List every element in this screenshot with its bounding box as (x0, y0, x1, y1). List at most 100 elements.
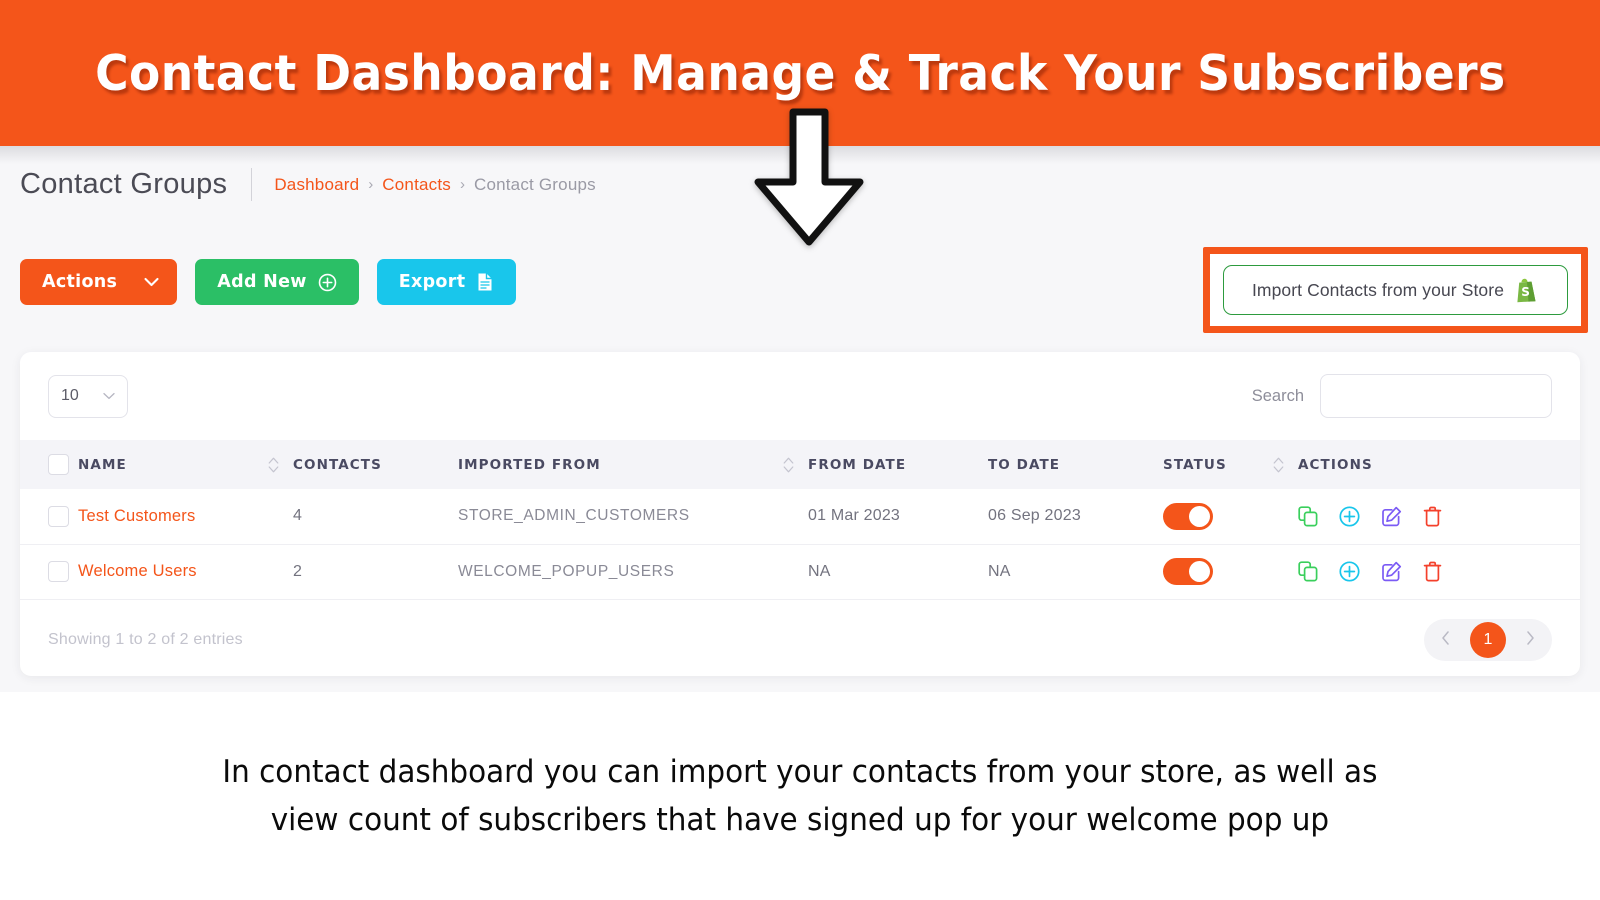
down-arrow-icon (754, 108, 864, 246)
row-actions-cell (1298, 544, 1580, 599)
export-button[interactable]: Export (376, 259, 517, 305)
column-from-date: FROM DATE (808, 440, 988, 489)
page-length-select[interactable]: 10 (48, 374, 128, 418)
column-to-date: TO DATE (988, 440, 1163, 489)
trash-icon[interactable] (1423, 506, 1442, 527)
table-controls: 10 Search (20, 352, 1580, 440)
group-name-link[interactable]: Welcome Users (78, 562, 197, 580)
column-name[interactable]: NAME (78, 440, 293, 489)
screenshot-root: Contact Dashboard: Manage & Track Your S… (0, 0, 1600, 900)
row-imported-from-cell: STORE_ADMIN_CUSTOMERS (458, 507, 690, 525)
breadcrumb-separator: › (368, 176, 374, 193)
edit-icon[interactable] (1381, 561, 1402, 582)
row-checkbox[interactable] (48, 505, 69, 527)
sort-arrows-icon[interactable] (268, 457, 279, 473)
chevron-right-icon[interactable] (1522, 630, 1539, 650)
contact-groups-card: 10 Search NAME CONTACTS IMPORTED FROM FR… (20, 352, 1580, 676)
plus-circle-icon[interactable] (1339, 561, 1360, 582)
plus-circle-icon[interactable] (1339, 506, 1360, 527)
page-title: Contact Groups (20, 168, 228, 200)
sort-arrows-icon[interactable] (783, 457, 794, 473)
caption-area: In contact dashboard you can import your… (0, 692, 1600, 900)
column-status-label: STATUS (1163, 456, 1227, 473)
row-name-cell: Welcome Users (78, 544, 293, 599)
row-to-date-cell: NA (988, 562, 1011, 580)
document-icon (476, 272, 494, 292)
toggle-knob (1189, 561, 1210, 582)
caption-line-1: In contact dashboard you can import your… (222, 753, 1378, 790)
search-area: Search (1252, 374, 1552, 418)
row-status-cell (1163, 544, 1298, 599)
trash-icon[interactable] (1423, 561, 1442, 582)
title-divider (251, 168, 253, 201)
breadcrumb-item-contacts[interactable]: Contacts (382, 175, 451, 195)
row-imported-from-cell: WELCOME_POPUP_USERS (458, 562, 675, 580)
svg-text:S: S (1521, 285, 1530, 299)
chevron-down-icon (144, 277, 159, 287)
row-to-date-cell: 06 Sep 2023 (988, 507, 1081, 525)
column-imported-from-label: IMPORTED FROM (458, 456, 601, 473)
breadcrumb-item-dashboard[interactable]: Dashboard (274, 175, 359, 195)
search-input[interactable] (1320, 374, 1552, 418)
breadcrumb: Dashboard › Contacts › Contact Groups (274, 175, 596, 195)
copy-icon[interactable] (1298, 561, 1318, 582)
select-all-checkbox[interactable] (48, 454, 69, 475)
chevron-left-icon[interactable] (1437, 630, 1454, 650)
column-select-all (20, 440, 78, 489)
row-from-date-cell: NA (808, 562, 831, 580)
row-checkbox[interactable] (48, 561, 69, 582)
table-body: Test Customers 4 STORE_ADMIN_CUSTOMERS 0… (20, 489, 1580, 599)
row-select-cell (20, 489, 78, 544)
table-head: NAME CONTACTS IMPORTED FROM FROM DATE TO… (20, 440, 1580, 489)
breadcrumb-separator: › (459, 176, 465, 193)
caption-text: In contact dashboard you can import your… (222, 748, 1377, 844)
import-contacts-label: Import Contacts from your Store (1251, 279, 1505, 300)
page-header: Contact Groups Dashboard › Contacts › Co… (20, 168, 596, 201)
toggle-knob (1189, 505, 1210, 527)
edit-icon[interactable] (1381, 506, 1402, 527)
row-select-cell (20, 544, 78, 599)
row-from-date-cell: 01 Mar 2023 (808, 507, 901, 525)
entries-summary: Showing 1 to 2 of 2 entries (48, 630, 243, 648)
shopify-bag-icon: S (1516, 278, 1539, 303)
search-label: Search (1251, 386, 1304, 405)
row-name-cell: Test Customers (78, 489, 293, 544)
status-toggle[interactable] (1163, 502, 1213, 530)
export-button-label: Export (398, 272, 466, 292)
row-actions-cell (1298, 489, 1580, 544)
import-highlight-box: Import Contacts from your Store S (1203, 247, 1588, 333)
table-row[interactable]: Welcome Users 2 WELCOME_POPUP_USERS NA N… (20, 544, 1580, 599)
page-length-value: 10 (61, 387, 79, 404)
status-toggle[interactable] (1163, 558, 1213, 585)
toolbar: Actions Add New Export (20, 259, 517, 305)
table-footer: Showing 1 to 2 of 2 entries 1 (20, 600, 1580, 677)
group-name-link[interactable]: Test Customers (78, 507, 195, 525)
add-new-button-label: Add New (217, 272, 307, 292)
column-contacts: CONTACTS (293, 440, 458, 489)
row-status-cell (1163, 489, 1298, 544)
pagination-page-1[interactable]: 1 (1470, 621, 1506, 658)
column-actions-label: ACTIONS (1298, 456, 1373, 473)
sort-arrows-icon[interactable] (1273, 457, 1284, 473)
contact-groups-table: NAME CONTACTS IMPORTED FROM FROM DATE TO… (20, 440, 1580, 600)
column-contacts-label: CONTACTS (293, 456, 382, 473)
column-to-date-label: TO DATE (988, 456, 1061, 473)
actions-button[interactable]: Actions (20, 259, 178, 305)
column-imported-from[interactable]: IMPORTED FROM (458, 440, 808, 489)
column-status[interactable]: STATUS (1163, 440, 1298, 489)
table-row[interactable]: Test Customers 4 STORE_ADMIN_CUSTOMERS 0… (20, 489, 1580, 544)
pagination: 1 (1424, 618, 1552, 661)
plus-circle-icon (318, 273, 337, 292)
copy-icon[interactable] (1298, 506, 1318, 527)
table-header-row: NAME CONTACTS IMPORTED FROM FROM DATE TO… (20, 440, 1580, 489)
add-new-button[interactable]: Add New (195, 259, 359, 305)
caption-line-2: view count of subscribers that have sign… (270, 802, 1330, 838)
import-contacts-button[interactable]: Import Contacts from your Store S (1223, 265, 1568, 315)
row-contacts-cell: 4 (293, 507, 303, 525)
actions-button-label: Actions (42, 272, 118, 292)
column-actions: ACTIONS (1298, 440, 1580, 489)
row-contacts-cell: 2 (293, 562, 303, 580)
breadcrumb-item-contact-groups: Contact Groups (473, 174, 596, 194)
banner-title: Contact Dashboard: Manage & Track Your S… (94, 44, 1506, 102)
column-name-label: NAME (78, 456, 127, 473)
